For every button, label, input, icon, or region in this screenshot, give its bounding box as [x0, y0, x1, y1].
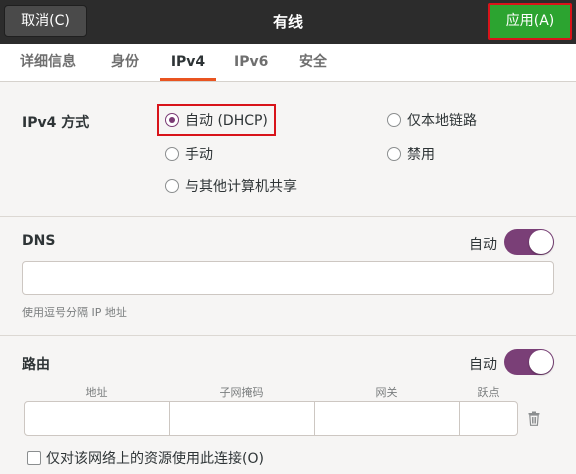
dns-hint: 使用逗号分隔 IP 地址 [22, 306, 127, 319]
ipv4-method-label: IPv4 方式 [22, 115, 90, 131]
cell-divider [169, 402, 170, 435]
radio-unchecked-icon [165, 179, 179, 193]
radio-auto-dhcp[interactable]: 自动 (DHCP) [165, 109, 268, 131]
tab-security[interactable]: 安全 [297, 44, 329, 81]
switch-knob [529, 230, 553, 254]
tab-ipv6[interactable]: IPv6 [234, 44, 268, 81]
switch-knob [529, 350, 553, 374]
dns-auto-label: 自动 [469, 237, 497, 253]
dns-input[interactable] [22, 261, 554, 295]
radio-disabled-label: 禁用 [407, 147, 435, 163]
column-header-gateway: 网关 [375, 386, 398, 399]
tab-identity[interactable]: 身份 [109, 44, 141, 81]
radio-disabled[interactable]: 禁用 [387, 143, 435, 165]
column-header-metric: 跃点 [477, 386, 500, 399]
cell-divider [459, 402, 460, 435]
section-divider [0, 335, 576, 336]
checkbox-unchecked-icon [27, 451, 41, 465]
header-bar: 取消(C) 有线 应用(A) [0, 0, 576, 44]
radio-unchecked-icon [387, 113, 401, 127]
trash-icon [528, 411, 540, 426]
column-header-address: 地址 [85, 386, 108, 399]
radio-link-local[interactable]: 仅本地链路 [387, 109, 477, 131]
cancel-button[interactable]: 取消(C) [4, 5, 87, 37]
route-entry-row [24, 401, 518, 436]
radio-link-local-label: 仅本地链路 [407, 113, 477, 129]
column-header-netmask: 子网掩码 [219, 386, 264, 399]
routes-auto-switch[interactable] [504, 349, 554, 375]
dns-auto-switch[interactable] [504, 229, 554, 255]
routes-label: 路由 [22, 357, 50, 373]
tab-bar: 详细信息 身份 IPv4 IPv6 安全 [0, 44, 576, 82]
only-local-resources-option[interactable]: 仅对该网络上的资源使用此连接(O) [27, 447, 264, 469]
tab-details[interactable]: 详细信息 [18, 44, 78, 81]
radio-auto-dhcp-label: 自动 (DHCP) [185, 113, 268, 129]
only-local-resources-label: 仅对该网络上的资源使用此连接(O) [46, 451, 264, 467]
radio-unchecked-icon [387, 147, 401, 161]
delete-route-button[interactable] [519, 401, 549, 436]
section-divider [0, 216, 576, 217]
radio-checked-icon [165, 113, 179, 127]
cell-divider [314, 402, 315, 435]
radio-manual[interactable]: 手动 [165, 143, 213, 165]
apply-button[interactable]: 应用(A) [488, 3, 572, 40]
tab-ipv4[interactable]: IPv4 [160, 44, 216, 81]
radio-unchecked-icon [165, 147, 179, 161]
radio-shared[interactable]: 与其他计算机共享 [165, 175, 297, 197]
radio-shared-label: 与其他计算机共享 [185, 179, 297, 195]
dns-label: DNS [22, 233, 56, 249]
routes-auto-label: 自动 [469, 357, 497, 373]
radio-manual-label: 手动 [185, 147, 213, 163]
